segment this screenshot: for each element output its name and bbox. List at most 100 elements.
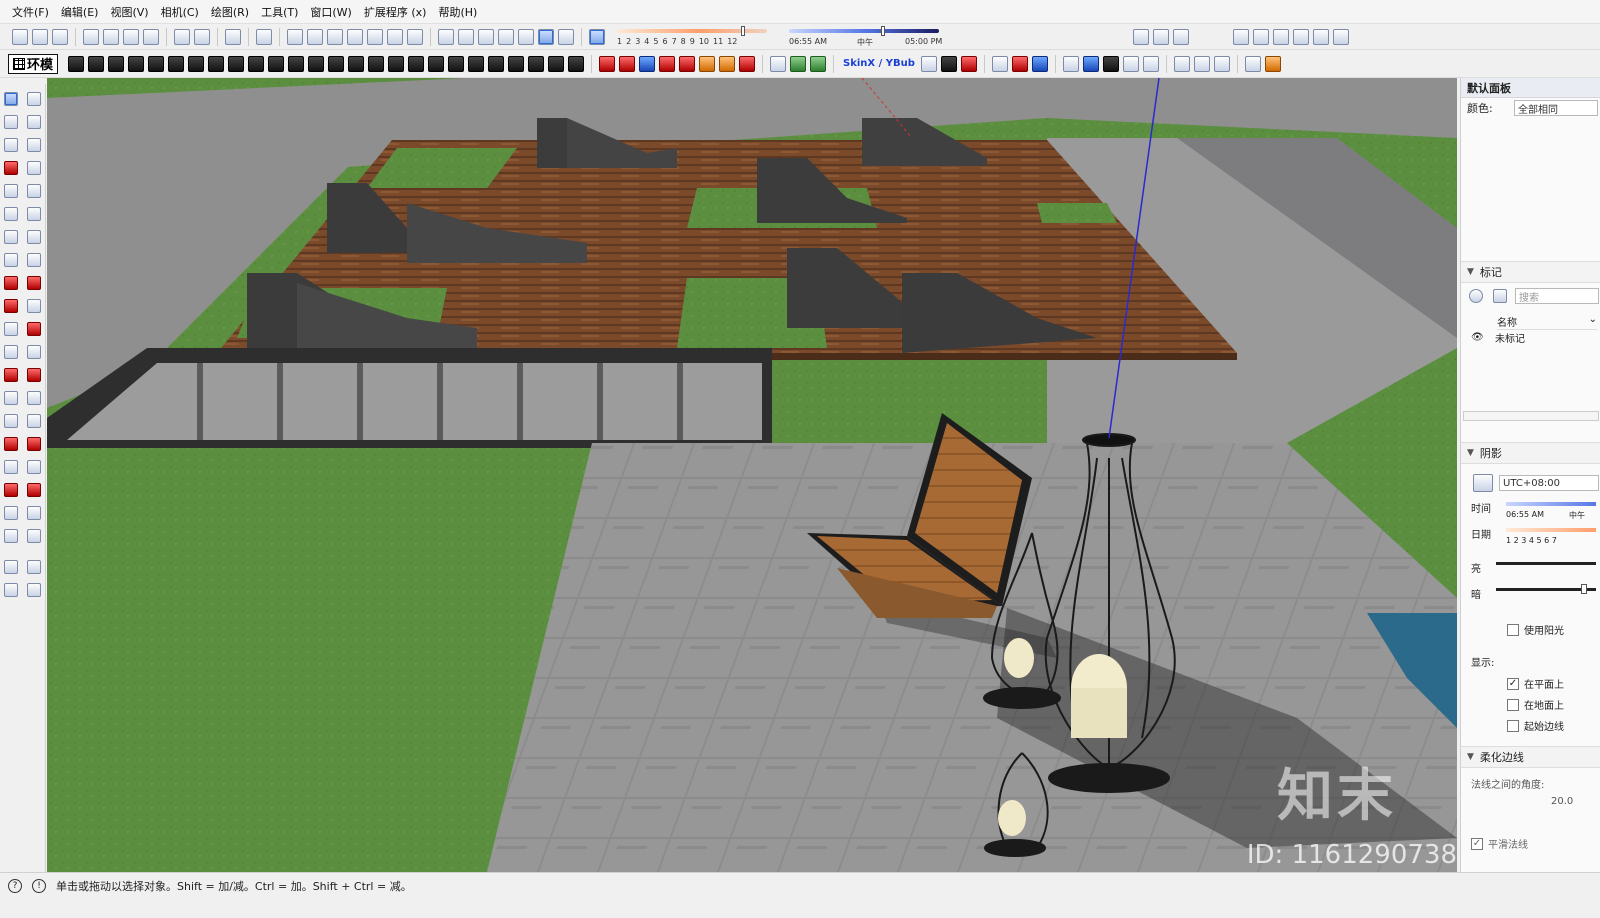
- undo-icon[interactable]: [174, 28, 190, 45]
- house-orange2-icon[interactable]: [719, 55, 736, 72]
- chain-icon[interactable]: [408, 55, 425, 72]
- iso-view-icon[interactable]: [287, 28, 303, 45]
- walk-tool-icon[interactable]: [26, 505, 41, 520]
- select-arrow-icon[interactable]: [4, 91, 19, 106]
- add-folder-icon[interactable]: [1493, 289, 1507, 303]
- shape-blue-icon[interactable]: [1082, 55, 1099, 72]
- follow-me-icon[interactable]: [26, 298, 41, 313]
- pen-icon[interactable]: [548, 55, 565, 72]
- open-file-icon[interactable]: [32, 28, 48, 45]
- tape-measure-icon[interactable]: [4, 344, 19, 359]
- curve-tool-icon[interactable]: [1062, 55, 1079, 72]
- layers-icon[interactable]: [991, 55, 1008, 72]
- axes-icon[interactable]: [4, 390, 19, 405]
- month-thumb[interactable]: [741, 25, 745, 36]
- weld-icon[interactable]: [308, 55, 325, 72]
- offset-icon[interactable]: [188, 55, 205, 72]
- angle-icon[interactable]: [1142, 55, 1159, 72]
- help-icon[interactable]: ?: [8, 878, 22, 893]
- sandbox-icon[interactable]: [4, 559, 19, 574]
- shadow-month-slider[interactable]: 1 2 3 4 5 6 7 8 9 10 11 12: [613, 25, 773, 49]
- smooth-normals-checkbox[interactable]: ✓: [1471, 837, 1483, 850]
- wave-tool-icon[interactable]: [1173, 55, 1190, 72]
- erase-icon[interactable]: [143, 28, 159, 45]
- menu-view[interactable]: 视图(V): [104, 4, 154, 20]
- textured-style-icon[interactable]: [518, 28, 534, 45]
- curve-icon[interactable]: [208, 55, 225, 72]
- pie-icon[interactable]: [26, 252, 41, 267]
- use-sun-checkbox[interactable]: [1507, 623, 1519, 636]
- leaf-icon[interactable]: [810, 55, 827, 72]
- display-section-planes-icon[interactable]: [1253, 28, 1269, 45]
- model-info-icon[interactable]: [256, 28, 272, 45]
- top-view-icon[interactable]: [307, 28, 323, 45]
- push-pull-icon[interactable]: [26, 275, 41, 290]
- on-faces-checkbox[interactable]: ✓: [1507, 677, 1519, 690]
- arc-3pt-icon[interactable]: [4, 252, 19, 267]
- menu-help[interactable]: 帮助(H): [432, 4, 483, 20]
- info-icon[interactable]: !: [32, 878, 46, 893]
- look-around-icon[interactable]: [1173, 28, 1189, 45]
- solid-union-icon[interactable]: [1313, 28, 1329, 45]
- tags-section-header[interactable]: ▼ 标记: [1461, 261, 1600, 283]
- display-section-cuts-icon[interactable]: [1273, 28, 1289, 45]
- layers-red-icon[interactable]: [1011, 55, 1028, 72]
- follow-path-icon[interactable]: [148, 55, 165, 72]
- polygon-icon[interactable]: [26, 206, 41, 221]
- house-blue-icon[interactable]: [639, 55, 656, 72]
- book-icon[interactable]: [1102, 55, 1119, 72]
- look-alt-icon[interactable]: [26, 528, 41, 543]
- tree-icon[interactable]: [790, 55, 807, 72]
- on-faces-row[interactable]: ✓ 在平面上: [1507, 676, 1564, 691]
- spline-icon[interactable]: [268, 55, 285, 72]
- color-select[interactable]: 全部相同: [1514, 100, 1598, 116]
- paint-bucket-icon[interactable]: [4, 114, 19, 129]
- drape-icon[interactable]: [26, 582, 41, 597]
- from-edges-row[interactable]: 起始边线: [1507, 718, 1564, 733]
- house-red-icon[interactable]: [599, 55, 616, 72]
- dark-slider-thumb[interactable]: [1581, 584, 1587, 594]
- light-slider[interactable]: [1496, 562, 1596, 565]
- fence-icon[interactable]: [468, 55, 485, 72]
- menu-extensions[interactable]: 扩展程序 (x): [358, 4, 433, 20]
- shaded-style-icon[interactable]: [498, 28, 514, 45]
- menu-camera[interactable]: 相机(C): [155, 4, 205, 20]
- panel-icon[interactable]: [1244, 55, 1261, 72]
- house-orange-icon[interactable]: [699, 55, 716, 72]
- rotated-rectangle-icon[interactable]: [26, 183, 41, 198]
- bottom-view-icon[interactable]: [407, 28, 423, 45]
- from-edges-checkbox[interactable]: [1507, 719, 1519, 732]
- menu-draw[interactable]: 绘图(R): [205, 4, 255, 20]
- front-view-icon[interactable]: [327, 28, 343, 45]
- previous-view-icon[interactable]: [26, 482, 41, 497]
- stairs-icon[interactable]: [68, 55, 85, 72]
- orbit-icon[interactable]: [4, 413, 19, 428]
- columns-icon[interactable]: [488, 55, 505, 72]
- menu-file[interactable]: 文件(F): [6, 4, 55, 20]
- menu-edit[interactable]: 编辑(E): [55, 4, 105, 20]
- lasso-icon[interactable]: [26, 91, 41, 106]
- time-slider[interactable]: [1506, 502, 1596, 506]
- wireframe-style-icon[interactable]: [458, 28, 474, 45]
- skinx-label[interactable]: SkinX / YBub: [843, 58, 915, 69]
- play-icon[interactable]: [940, 55, 957, 72]
- monochrome-style-icon[interactable]: [538, 28, 554, 45]
- note-icon[interactable]: [1264, 55, 1281, 72]
- spring-icon[interactable]: [1122, 55, 1139, 72]
- save-icon[interactable]: [52, 28, 68, 45]
- tag-search-input[interactable]: 搜索: [1515, 288, 1599, 304]
- right-view-icon[interactable]: [347, 28, 363, 45]
- rotate-icon[interactable]: [4, 298, 19, 313]
- redo-icon[interactable]: [194, 28, 210, 45]
- house-red3-icon[interactable]: [679, 55, 696, 72]
- tags-scrollbar[interactable]: [1463, 411, 1599, 421]
- position-camera-icon[interactable]: [1133, 28, 1149, 45]
- offset-tool-icon[interactable]: [26, 321, 41, 336]
- 3d-text-icon[interactable]: [26, 390, 41, 405]
- arch-icon[interactable]: [228, 55, 245, 72]
- line-tool-icon[interactable]: [4, 160, 19, 175]
- section-plane-icon[interactable]: [1233, 28, 1249, 45]
- back-edges-icon[interactable]: [558, 28, 574, 45]
- zoom-icon[interactable]: [4, 459, 19, 474]
- zoom-extents-icon[interactable]: [4, 482, 19, 497]
